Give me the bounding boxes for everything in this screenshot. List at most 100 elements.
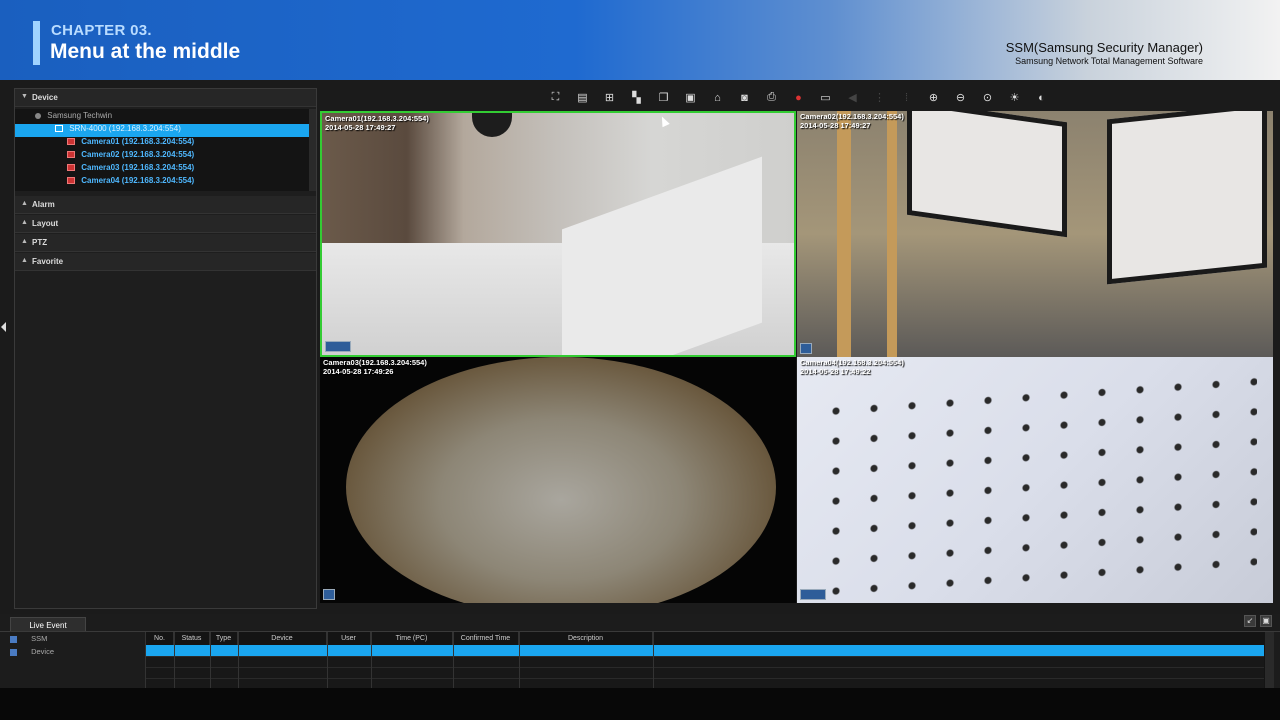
column-divider [327,632,328,688]
tile-camera-name: Camera03(192.168.3.204:554) [323,358,427,367]
column-header[interactable]: Time (PC) [371,632,453,645]
section-layout[interactable]: ▲ Layout [15,215,316,233]
print-icon[interactable]: ⎙ [761,90,782,106]
filter-ssm-label: SSM [31,634,48,643]
column-divider [653,632,654,688]
section-favorite[interactable]: ▲ Favorite [15,253,316,271]
tree-camera[interactable]: Camera03 (192.168.3.204:554) [67,163,194,176]
tile-status-badge[interactable] [800,343,812,354]
tree-camera-label: Camera04 (192.168.3.204:554) [81,176,195,185]
column-header[interactable]: Type [210,632,238,645]
column-divider [519,632,520,688]
left-panel: ▼ Device Samsung Techwin SRN-4000 (192.1… [14,88,317,609]
zoom-out-icon[interactable]: ⊖ [950,90,971,106]
column-divider [371,632,372,688]
tree-scrollbar[interactable] [309,109,316,191]
collapse-panel-arrow-icon[interactable] [1,322,6,332]
section-device[interactable]: ▼ Device [15,89,316,107]
tree-camera-label: Camera03 (192.168.3.204:554) [81,163,195,172]
column-header[interactable]: Device [238,632,327,645]
contrast-icon[interactable]: ◐ [1031,90,1052,106]
tile-status-badge[interactable] [323,589,335,600]
tree-camera[interactable]: Camera04 (192.168.3.204:554) [67,176,194,189]
expand-triangle-icon: ▲ [21,238,28,245]
table-row[interactable] [146,667,1264,678]
dome-camera-image [472,113,512,137]
tile-label: Camera03(192.168.3.204:554) 2014-05-28 1… [323,358,427,376]
section-alarm-label: Alarm [32,200,55,209]
column-header[interactable]: No. [146,632,174,645]
tree-camera-label: Camera01 (192.168.3.204:554) [81,137,195,146]
table-row[interactable] [146,656,1264,667]
tile-camera-name: Camera01(192.168.3.204:554) [325,114,429,123]
video-tile-camera04[interactable]: Camera04(192.168.3.204:554) 2014-05-28 1… [797,357,1273,603]
tab-live-event[interactable]: Live Event [10,617,86,632]
tile-label: Camera04(192.168.3.204:554) 2014-05-28 1… [800,358,904,376]
column-divider [453,632,454,688]
expand-triangle-icon: ▲ [21,200,28,207]
audio-icon[interactable]: ◀ [842,90,863,106]
ptz-icon[interactable]: ⁞ [896,90,917,106]
column-header[interactable]: Status [174,632,210,645]
viewer-toolbar: ⛶ ▤ ⊞ ▚ ❐ ▣ ⌂ ◙ ⎙ ● ▭ ◀ ⋮ ⁞ ⊕ ⊖ ⊙ ☀ ◐ [545,89,1052,106]
product-poster-image [817,366,1257,603]
section-layout-label: Layout [32,219,59,228]
column-header[interactable]: User [327,632,371,645]
tile-status-badge[interactable] [800,589,826,600]
section-alarm[interactable]: ▲ Alarm [15,196,316,214]
record-icon[interactable]: ● [788,90,809,106]
tree-camera[interactable]: Camera01 (192.168.3.204:554) [67,137,194,150]
column-divider [238,632,239,688]
sequence-icon[interactable]: ⊞ [599,90,620,106]
section-favorite-label: Favorite [32,257,64,266]
column-divider [174,632,175,688]
expand-panel-icon[interactable]: ▣ [1260,615,1272,627]
fullscreen-icon[interactable]: ⛶ [545,90,566,106]
recorder-icon [55,125,63,133]
camera-icon [67,138,75,146]
expand-triangle-icon: ▲ [21,257,28,264]
column-header[interactable]: Confirmed Time [453,632,519,645]
grid-icon[interactable]: ⋮ [869,90,890,106]
tile-label: Camera01(192.168.3.204:554) 2014-05-28 1… [325,114,429,132]
video-frame [562,156,762,355]
alarm-icon[interactable]: ⌂ [707,90,728,106]
tile-camera-name: Camera04(192.168.3.204:554) [800,358,904,367]
pin-icon[interactable]: ↙ [1244,615,1256,627]
video-tile-camera01[interactable]: Camera01(192.168.3.204:554) 2014-05-28 1… [320,111,796,357]
filter-device[interactable]: Device [10,647,54,656]
table-row[interactable] [146,645,1264,656]
display-icon[interactable]: ▣ [680,90,701,106]
camera-icon [67,177,75,185]
zoom-fit-icon[interactable]: ⊙ [977,90,998,106]
layout-icon[interactable]: ▤ [572,90,593,106]
snapshot-icon[interactable]: ◙ [734,90,755,106]
overlay-icon[interactable]: ❐ [653,90,674,106]
tree-root[interactable]: Samsung Techwin [35,111,112,124]
event-table-scrollbar[interactable] [1265,632,1274,688]
brightness-icon[interactable]: ☀ [1004,90,1025,106]
video-tile-camera03[interactable]: Camera03(192.168.3.204:554) 2014-05-28 1… [320,357,796,603]
tree-camera[interactable]: Camera02 (192.168.3.204:554) [67,150,194,163]
video-frame [1107,111,1267,285]
tile-timestamp: 2014-05-28 17:49:27 [800,121,871,130]
tile-status-badge[interactable] [325,341,351,352]
event-table: No. Status Type Device User Time (PC) Co… [145,632,1265,689]
section-ptz[interactable]: ▲ PTZ [15,234,316,252]
split-icon[interactable]: ▚ [626,90,647,106]
filter-device-label: Device [31,647,55,656]
video-frame [837,111,851,357]
tree-recorder[interactable]: SRN-4000 (192.168.3.204:554) [15,124,309,137]
video-frame [907,111,1067,238]
video-tile-camera02[interactable]: Camera02(192.168.3.204:554) 2014-05-28 1… [797,111,1273,357]
expand-triangle-icon: ▲ [21,219,28,226]
banner-accent-bar [33,21,40,65]
checkbox-icon[interactable] [10,648,17,656]
product-subtitle: Samsung Network Total Management Softwar… [1015,56,1203,66]
column-header[interactable]: Description [519,632,653,645]
filter-ssm[interactable]: SSM [10,634,47,643]
camera-icon [67,151,75,159]
zoom-in-icon[interactable]: ⊕ [923,90,944,106]
checkbox-icon[interactable] [10,635,17,643]
export-icon[interactable]: ▭ [815,90,836,106]
